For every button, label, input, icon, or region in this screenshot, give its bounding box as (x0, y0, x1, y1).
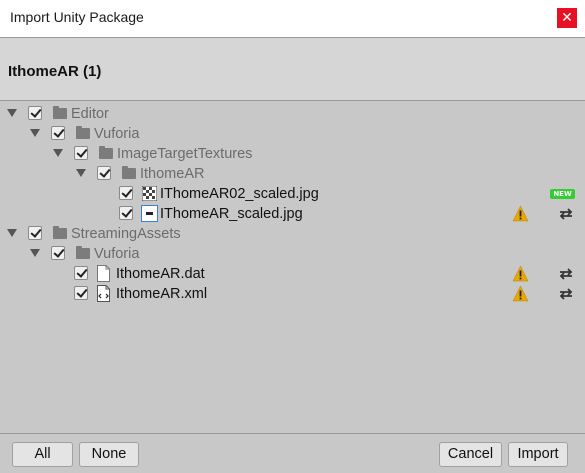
tree-label: IThomeAR_scaled.jpg (160, 206, 303, 222)
checkbox[interactable] (74, 266, 88, 280)
checkbox[interactable] (51, 246, 65, 260)
expand-arrow-icon[interactable] (30, 129, 40, 137)
checkbox[interactable] (119, 186, 133, 200)
expand-arrow-icon[interactable] (30, 249, 40, 257)
folder-icon (122, 166, 136, 179)
title-bar: Import Unity Package ✕ (0, 0, 585, 37)
expand-arrow-icon[interactable] (53, 149, 63, 157)
folder-icon (76, 246, 90, 259)
tree-row-ithomear-jpg[interactable]: IThomeAR_scaled.jpg (0, 204, 585, 224)
warning-icon (512, 265, 529, 282)
all-button[interactable]: All (12, 442, 73, 467)
tree-row-streamingassets[interactable]: StreamingAssets (0, 224, 585, 244)
folder-icon (53, 226, 67, 239)
document-icon (97, 265, 110, 282)
close-button[interactable]: ✕ (557, 8, 577, 28)
tree-label: Vuforia (94, 246, 140, 262)
none-button[interactable]: None (79, 442, 139, 467)
expand-arrow-icon[interactable] (76, 169, 86, 177)
checkbox[interactable] (28, 106, 42, 120)
replace-icon (559, 268, 573, 280)
tree-row-vuforia-streaming[interactable]: Vuforia (0, 244, 585, 264)
tree-row-vuforia[interactable]: Vuforia (0, 124, 585, 144)
warning-icon (512, 205, 529, 222)
window-title: Import Unity Package (10, 9, 144, 25)
tree-label: Vuforia (94, 126, 140, 142)
checkbox[interactable] (97, 166, 111, 180)
tree-row-imagetargettextures[interactable]: ImageTargetTextures (0, 144, 585, 164)
checkbox[interactable] (74, 286, 88, 300)
checkbox[interactable] (28, 226, 42, 240)
tree-row-ithomear-folder[interactable]: IthomeAR (0, 164, 585, 184)
tree-row-ithomear02-jpg[interactable]: IThomeAR02_scaled.jpg NEW (0, 184, 585, 204)
tree-label: IThomeAR02_scaled.jpg (160, 186, 319, 202)
folder-icon (76, 126, 90, 139)
expand-arrow-icon[interactable] (7, 229, 17, 237)
checkbox[interactable] (74, 146, 88, 160)
checkerboard-image-icon (142, 186, 157, 201)
tree-label: Editor (71, 106, 109, 122)
expand-arrow-icon[interactable] (7, 109, 17, 117)
package-tree: Editor Vuforia ImageTargetTextures Ithom… (0, 101, 585, 433)
tree-row-ithomear-xml[interactable]: IthomeAR.xml (0, 284, 585, 304)
tree-label: IthomeAR (140, 166, 205, 182)
import-button[interactable]: Import (508, 442, 568, 467)
dialog-footer: All None Cancel Import (0, 433, 585, 473)
image-thumbnail-icon (141, 205, 158, 222)
tree-label: IthomeAR.xml (116, 286, 208, 302)
folder-icon (99, 146, 113, 159)
replace-icon (559, 288, 573, 300)
tree-row-ithomear-dat[interactable]: IthomeAR.dat (0, 264, 585, 284)
folder-icon (53, 106, 67, 119)
checkbox[interactable] (119, 206, 133, 220)
tree-row-editor[interactable]: Editor (0, 104, 585, 124)
replace-icon (559, 208, 573, 220)
warning-icon (512, 285, 529, 302)
package-title: IthomeAR (1) (8, 63, 102, 80)
package-header: IthomeAR (1) (0, 37, 585, 101)
xml-document-icon (97, 285, 110, 302)
new-badge: NEW (550, 189, 575, 199)
checkbox[interactable] (51, 126, 65, 140)
tree-label: IthomeAR.dat (116, 266, 205, 282)
tree-label: StreamingAssets (71, 226, 181, 242)
cancel-button[interactable]: Cancel (439, 442, 502, 467)
tree-label: ImageTargetTextures (117, 146, 253, 162)
